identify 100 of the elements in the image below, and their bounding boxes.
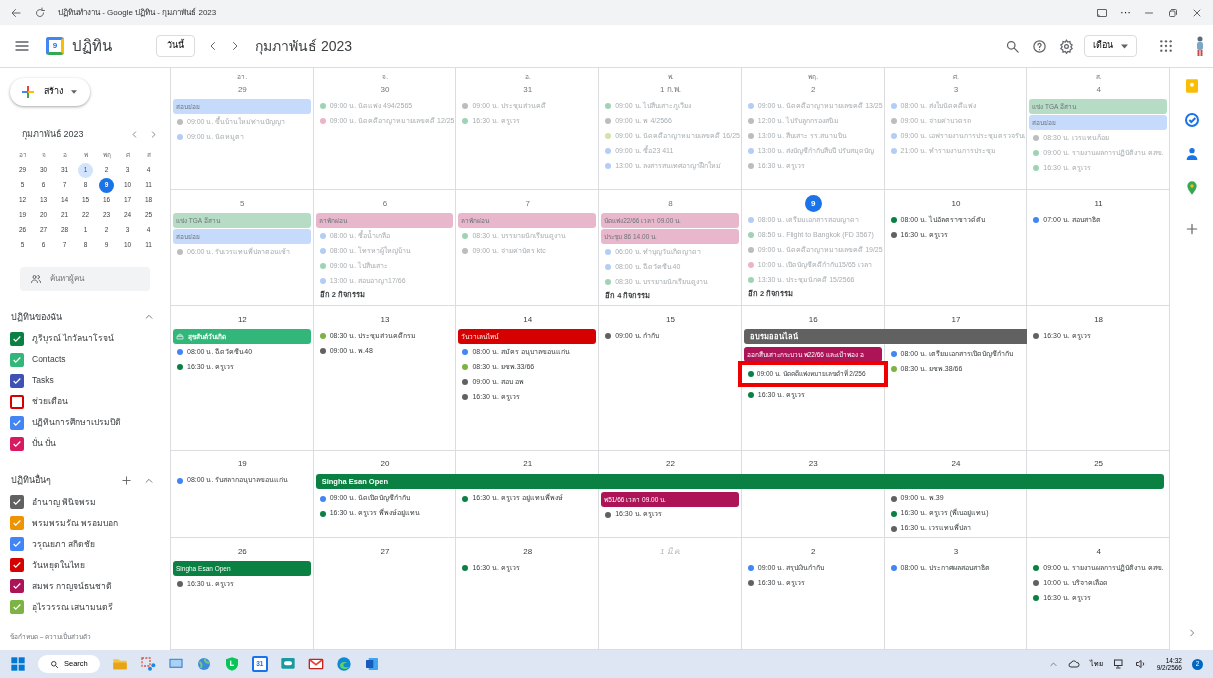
day-number[interactable]: 28 [519,542,537,560]
window-title: ปฏิทินทำงาน - Google ปฏิทิน - กุมภาพันธ์ 2023 [58,6,218,19]
browser-button[interactable] [335,656,352,672]
day-number[interactable]: 13 [376,310,394,328]
calendar-checkbox[interactable] [10,436,24,451]
day-number[interactable]: 21 [519,455,537,473]
calendar-checkbox[interactable] [10,495,24,509]
calendar-checkbox[interactable] [10,331,24,346]
add-calendar-button[interactable] [121,475,132,487]
day-number[interactable]: 6 [376,194,394,212]
start-button[interactable] [10,656,26,672]
globe-app-button[interactable] [195,656,212,672]
event-bar-segment[interactable] [884,328,1028,344]
day-number[interactable]: 18 [1090,310,1108,328]
day-number[interactable]: 16 [804,310,822,328]
day-number[interactable]: 4 [1090,542,1108,560]
calendar-name: สมพร กาญจน์ธนชาติ [32,579,113,593]
reload-button[interactable] [34,6,46,19]
day-number[interactable]: 2 [804,80,822,98]
account-avatar-icon[interactable] [1195,36,1205,56]
day-number[interactable]: 20 [376,455,394,473]
calendar-checkbox[interactable] [10,415,24,430]
day-number[interactable]: 27 [376,542,394,560]
apps-grid-icon [1159,39,1173,53]
day-number[interactable]: 7 [519,194,537,212]
calendar-name: อุไรวรรณ เสนามนตรี [32,600,114,614]
more-button[interactable]: ··· [1120,4,1131,21]
day-number[interactable]: 3 [947,80,965,98]
day-number[interactable]: 23 [804,455,822,473]
calendar-checkbox[interactable] [10,352,24,367]
document-icon [363,656,380,672]
day-number[interactable]: 29 [233,80,251,98]
onedrive-button[interactable] [1067,658,1080,670]
day-number[interactable]: 19 [233,455,251,473]
folder-icon [111,656,128,672]
day-number[interactable]: 14 [519,310,537,328]
chevron-left-icon [130,130,139,140]
network-button[interactable] [1112,658,1125,670]
calendar-name: ปฏิทินการศึกษาเปรมปิติ [32,416,121,429]
day-number[interactable]: 15 [662,310,679,328]
checkmark-icon [12,602,22,612]
today-button[interactable]: วันนี้ [156,35,195,57]
day-number[interactable]: 9 [804,194,822,212]
calendar-name: Contacts [32,353,66,366]
checkmark-icon [12,539,22,549]
calendar-checkbox[interactable] [10,537,24,551]
day-number[interactable]: 12 [233,310,251,328]
day-number[interactable]: 31 [519,80,537,98]
calendar-checkbox[interactable] [10,516,24,530]
day-number[interactable]: 30 [376,80,394,98]
day-number[interactable]: 2 [804,542,822,560]
chat-app-button[interactable] [279,656,296,672]
day-number[interactable]: 11 [1090,194,1108,212]
dropdown-caret-icon [1121,43,1128,49]
calendar-logo: 9 [46,37,64,55]
search-people-field[interactable]: ค้นหาผู้คน [20,266,150,291]
menu-button[interactable] [14,38,30,54]
checkmark-icon [12,375,22,386]
create-button[interactable]: สร้าง [10,78,90,106]
day-number[interactable]: 3 [947,542,965,560]
people-icon [30,272,42,285]
section-title: ปฏิทินของฉัน [11,310,63,324]
settings-button[interactable] [1059,38,1074,54]
day-number[interactable]: 1 ก.พ. [656,80,685,98]
day-number[interactable]: 26 [233,542,251,560]
plus-icon [20,84,36,100]
mail-app-button[interactable] [307,656,324,672]
day-number[interactable]: 24 [947,455,965,473]
calendar-checkbox[interactable] [10,558,24,572]
calendar-checkbox[interactable] [10,579,24,593]
cast-icon [1096,6,1108,19]
tasks-button[interactable] [1183,112,1200,128]
event-bar-segment[interactable] [1027,473,1164,489]
checkmark-icon [12,333,22,344]
calendar-checkbox[interactable] [10,600,24,614]
view-selector[interactable]: เดือน [1084,35,1137,57]
calendar-checkbox[interactable] [10,373,24,388]
cast-button[interactable] [1096,6,1108,19]
apps-button[interactable] [1159,39,1173,53]
day-number[interactable]: 25 [1090,455,1108,473]
restore-button[interactable] [1167,6,1179,19]
day-number[interactable]: 17 [947,310,965,328]
checkmark-icon [12,354,22,365]
day-number[interactable]: 4 [1090,80,1108,98]
word-app-button[interactable] [363,656,380,672]
day-number[interactable]: 22 [662,455,679,473]
day-number[interactable]: 10 [947,194,965,212]
volume-button[interactable] [1134,658,1147,670]
chevron-up-icon [1048,659,1058,669]
checkmark-icon [12,438,22,449]
back-button[interactable] [10,6,22,19]
snipping-tool-button[interactable] [139,656,156,672]
calendar-checkbox[interactable] [10,394,24,409]
day-number[interactable]: 8 [662,194,679,212]
calendar-name: วันหยุดในไทย [32,558,85,572]
search-button[interactable] [1005,38,1020,54]
help-button[interactable] [1032,38,1047,54]
day-number[interactable]: 5 [233,194,251,212]
calendar-name: วรุณยภา สกิดชัย [32,537,96,551]
search-people-input[interactable]: ค้นหาผู้คน [50,266,140,291]
